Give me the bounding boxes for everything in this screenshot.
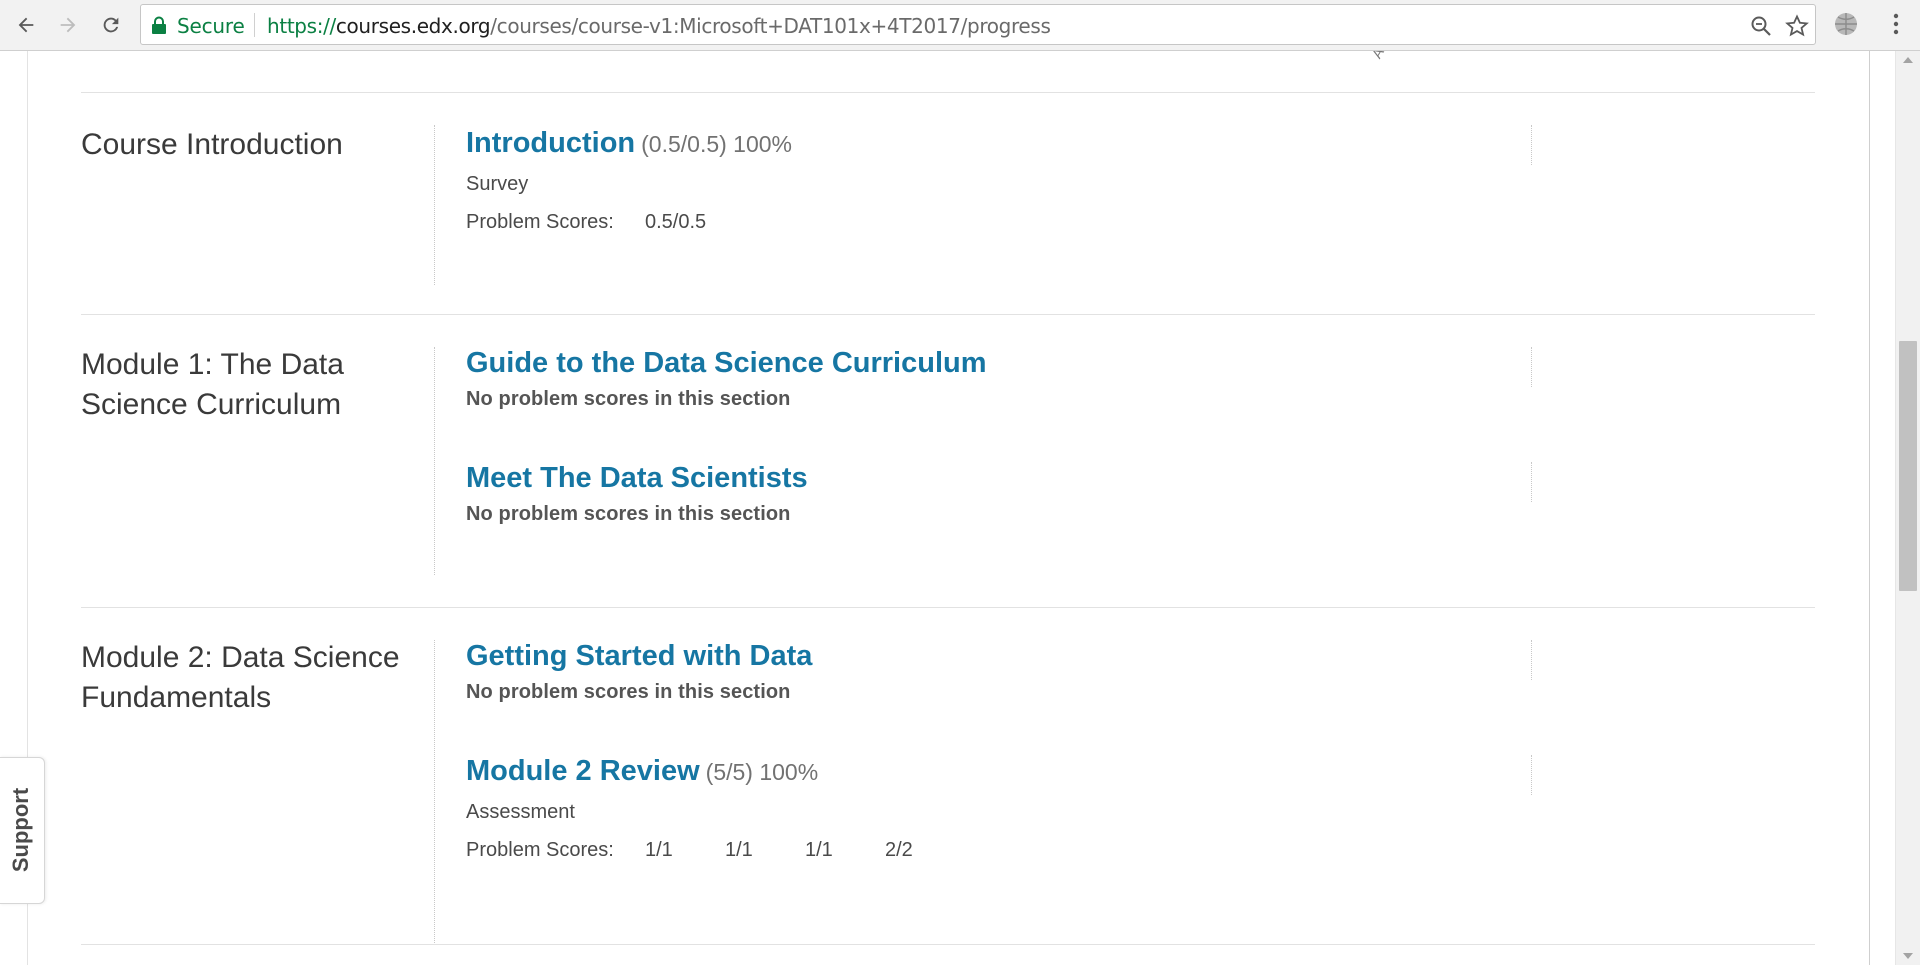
scrollbar-thumb[interactable] — [1899, 341, 1917, 591]
problem-scores: Problem Scores: 0.5/0.5 — [466, 207, 1614, 237]
forward-arrow-icon — [60, 17, 76, 33]
section-score: (5/5) 100% — [705, 759, 819, 785]
scroll-up-arrow-icon[interactable] — [1903, 57, 1913, 63]
section-link[interactable]: Guide to the Data Science Curriculum — [466, 347, 987, 379]
section-rule — [1531, 347, 1532, 387]
back-arrow-icon — [18, 17, 34, 33]
page-edge — [1869, 51, 1870, 965]
section-format: Assessment — [466, 801, 575, 823]
address-bar[interactable]: Secure https://courses.edx.org/courses/c… — [140, 4, 1816, 45]
section-getting-started: Getting Started with Data No problem sco… — [466, 636, 1614, 706]
vertical-scrollbar[interactable] — [1895, 51, 1920, 965]
problem-score: 0.5/0.5 — [645, 211, 707, 233]
no-scores-note: No problem scores in this section — [466, 388, 791, 410]
zoom-icon[interactable] — [1749, 14, 1773, 38]
chapter-title: Module 2: Data Science Fundamentals — [81, 641, 400, 714]
no-scores-note: No problem scores in this section — [466, 503, 791, 525]
menu-kebab-icon[interactable] — [1886, 10, 1906, 38]
section-introduction: Introduction (0.5/0.5) 100% Survey Proble… — [466, 123, 1614, 237]
chapter-divider — [434, 125, 435, 285]
url-text[interactable]: https://courses.edx.org/courses/course-v… — [267, 14, 1051, 38]
problem-score: 1/1 — [725, 839, 753, 861]
url-scheme: https:// — [267, 14, 336, 38]
lock-icon — [152, 16, 166, 34]
page-content: A Course Introduction Introduction (0.5/0… — [0, 51, 1870, 965]
problem-scores-label: Problem Scores: — [466, 839, 614, 861]
scroll-down-arrow-icon[interactable] — [1903, 953, 1913, 959]
problem-score: 1/1 — [645, 839, 673, 861]
url-path: /courses/course-v1:Microsoft+DAT101x+4T2… — [490, 14, 1051, 38]
omnibox-separator — [254, 13, 255, 37]
reload-button[interactable] — [96, 10, 126, 40]
section-link[interactable]: Module 2 Review — [466, 755, 700, 787]
section-link[interactable]: Introduction — [466, 127, 635, 159]
chapter-next-divider — [81, 944, 1815, 965]
reload-icon — [103, 17, 119, 33]
section-rule — [1531, 462, 1532, 502]
chapter-divider — [434, 347, 435, 575]
forward-button[interactable] — [53, 10, 83, 40]
section-module-2-review: Module 2 Review (5/5) 100% Assessment Pro… — [466, 751, 1614, 865]
section-rule — [1531, 640, 1532, 680]
support-label: Support — [8, 787, 33, 873]
no-scores-note: No problem scores in this section — [466, 681, 791, 703]
url-host: courses.edx.org — [335, 14, 491, 38]
problem-scores-label: Problem Scores: — [466, 211, 614, 233]
section-meet-data-scientists: Meet The Data Scientists No problem scor… — [466, 458, 1614, 528]
section-link[interactable]: Getting Started with Data — [466, 640, 812, 672]
back-button[interactable] — [11, 10, 41, 40]
section-score: (0.5/0.5) 100% — [641, 131, 793, 157]
chapter-title: Module 1: The Data Science Curriculum — [81, 348, 344, 421]
chapter-module-2: Module 2: Data Science Fundamentals Gett… — [81, 607, 1815, 945]
bookmark-star-icon[interactable] — [1785, 14, 1809, 38]
extension-globe-icon[interactable] — [1832, 10, 1860, 38]
section-guide-to-curriculum: Guide to the Data Science Curriculum No … — [466, 343, 1614, 413]
section-rule — [1531, 125, 1532, 165]
cut-off-glyph: A — [1368, 51, 1387, 62]
browser-toolbar: Secure https://courses.edx.org/courses/c… — [0, 0, 1920, 51]
section-link[interactable]: Meet The Data Scientists — [466, 462, 808, 494]
problem-score: 2/2 — [885, 839, 913, 861]
section-rule — [1531, 755, 1532, 795]
problem-scores: Problem Scores: 1/1 1/1 1/1 2/2 — [466, 835, 1614, 865]
chapter-course-introduction: Course Introduction Introduction (0.5/0.5… — [81, 92, 1815, 315]
chapter-divider — [434, 640, 435, 945]
support-tab[interactable]: Support — [0, 757, 45, 904]
secure-label: Secure — [177, 14, 245, 38]
problem-score: 1/1 — [805, 839, 833, 861]
chapter-module-1: Module 1: The Data Science Curriculum Gu… — [81, 314, 1815, 608]
section-format: Survey — [466, 173, 529, 195]
chapter-title: Course Introduction — [81, 128, 343, 161]
